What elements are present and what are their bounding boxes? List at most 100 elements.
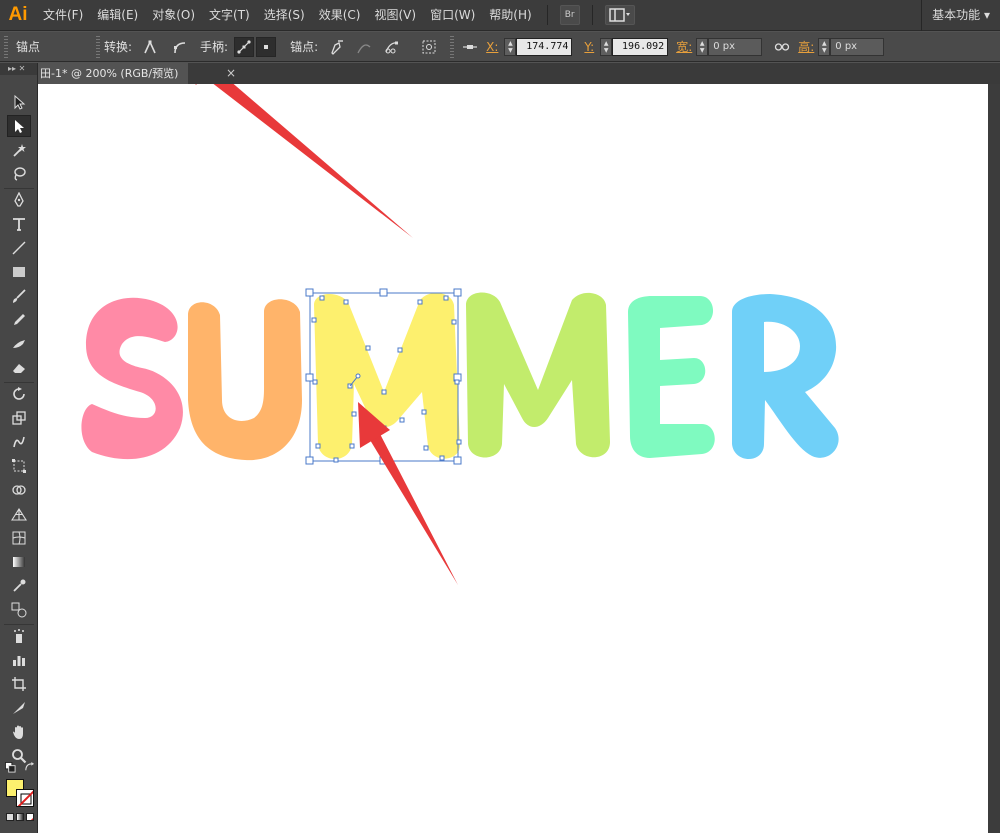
direct-selection-tool[interactable]	[7, 115, 31, 137]
blob-brush-icon	[13, 340, 25, 348]
hide-handles-button[interactable]	[256, 36, 277, 57]
pencil-tool[interactable]	[7, 309, 31, 331]
default-colors-icon	[4, 761, 16, 773]
document-tab[interactable]: 田-1* @ 200% (RGB/预览)	[38, 63, 189, 84]
letter-s[interactable]	[81, 297, 183, 460]
hand-tool[interactable]	[7, 721, 31, 743]
convert-to-smooth-button[interactable]	[170, 37, 190, 57]
isolate-icon	[422, 40, 436, 53]
lasso-tool[interactable]	[7, 163, 31, 185]
connect-anchors-button[interactable]	[354, 37, 374, 57]
slice-tool[interactable]	[7, 697, 31, 719]
color-mode-buttons	[6, 813, 34, 821]
gradient-mode-button[interactable]	[16, 813, 24, 821]
selection-tool[interactable]	[7, 91, 31, 113]
width-field[interactable]: 0 px	[708, 37, 763, 56]
x-label: X:	[486, 39, 499, 54]
eyedropper-icon	[13, 579, 26, 592]
width-label: 宽:	[676, 40, 693, 54]
height-label: 高:	[798, 40, 815, 54]
color-mode-button[interactable]	[6, 813, 14, 821]
type-tool[interactable]	[7, 213, 31, 235]
x-stepper[interactable]: ▲ ▼	[504, 37, 517, 56]
letter-e[interactable]	[628, 296, 715, 458]
blend-tool[interactable]	[7, 599, 31, 621]
pencil-icon	[14, 314, 25, 325]
anchors-label: 锚点:	[290, 40, 319, 54]
letter-m-selected[interactable]	[314, 292, 460, 459]
paintbrush-tool[interactable]	[7, 285, 31, 307]
convert-smooth-icon	[174, 41, 186, 53]
menu-view[interactable]: 视图(V)	[367, 0, 423, 31]
warp-icon	[13, 436, 25, 448]
width-stepper[interactable]: ▲ ▼	[696, 37, 709, 56]
constrain-proportions-button[interactable]	[772, 37, 792, 57]
mesh-tool[interactable]	[7, 527, 31, 549]
show-handles-button[interactable]	[234, 36, 255, 57]
menu-object[interactable]: 对象(O)	[145, 0, 202, 31]
canvas-area[interactable]	[38, 84, 1000, 833]
toolbox-header[interactable]: ▸▸ ✕	[0, 63, 37, 75]
warp-tool[interactable]	[7, 431, 31, 453]
connect-path-icon	[357, 43, 371, 53]
x-field[interactable]: 174.774	[516, 37, 573, 56]
shape-builder-tool[interactable]	[7, 479, 31, 501]
control-bar-grip[interactable]	[4, 35, 8, 58]
pen-tool[interactable]	[7, 189, 31, 211]
gradient-icon	[13, 557, 25, 567]
swap-arrow-icon	[24, 761, 34, 770]
default-colors-button[interactable]	[3, 760, 17, 774]
arrange-documents-icon	[608, 8, 630, 22]
eyedropper-tool[interactable]	[7, 575, 31, 597]
none-mode-button[interactable]	[26, 813, 34, 821]
arrange-documents-button[interactable]	[604, 5, 635, 25]
workspace-switcher[interactable]: 基本功能 ▾	[921, 0, 1000, 31]
swap-colors-button[interactable]	[22, 760, 36, 774]
y-field[interactable]: 196.092	[612, 37, 669, 56]
control-bar-grip[interactable]	[450, 35, 455, 58]
y-stepper[interactable]: ▲ ▼	[600, 37, 613, 56]
tab-close-button[interactable]: ×	[226, 63, 238, 84]
isolate-button[interactable]	[416, 37, 442, 57]
scale-tool[interactable]	[7, 407, 31, 429]
height-field[interactable]: 0 px	[830, 37, 885, 56]
none-mode-icon	[30, 817, 33, 820]
artboard-tool[interactable]	[7, 673, 31, 695]
letter-r[interactable]	[732, 294, 839, 459]
column-graph-tool[interactable]	[7, 649, 31, 671]
menu-file[interactable]: 文件(F)	[36, 0, 90, 31]
menu-type[interactable]: 文字(T)	[202, 0, 257, 31]
shape-builder-icon	[12, 485, 26, 495]
menu-select[interactable]: 选择(S)	[257, 0, 312, 31]
gradient-tool[interactable]	[7, 551, 31, 573]
symbol-sprayer-tool[interactable]	[7, 625, 31, 647]
bridge-button[interactable]: Br	[559, 5, 580, 25]
line-tool[interactable]	[7, 237, 31, 259]
show-handles-icon	[237, 39, 251, 54]
menu-separator	[546, 5, 548, 25]
line-icon	[12, 241, 26, 255]
menu-help[interactable]: 帮助(H)	[482, 0, 538, 31]
letter-m[interactable]	[466, 292, 610, 458]
symbol-sprayer-icon	[14, 629, 24, 643]
eraser-tool[interactable]	[7, 357, 31, 379]
remove-anchor-button[interactable]	[326, 37, 346, 57]
align-anchor-button[interactable]	[460, 37, 480, 57]
magic-wand-tool[interactable]	[7, 139, 31, 161]
annotation-arrow-to-toolbar	[195, 84, 413, 238]
convert-to-corner-button[interactable]	[140, 37, 160, 57]
rotate-tool[interactable]	[7, 383, 31, 405]
height-stepper[interactable]: ▲ ▼	[818, 37, 831, 56]
free-transform-tool[interactable]	[7, 455, 31, 477]
free-transform-icon	[12, 459, 26, 473]
menu-window[interactable]: 窗口(W)	[423, 0, 482, 31]
blob-brush-tool[interactable]	[7, 333, 31, 355]
rectangle-tool[interactable]	[7, 261, 31, 283]
menu-edit[interactable]: 编辑(E)	[90, 0, 145, 31]
menu-effect[interactable]: 效果(C)	[312, 0, 368, 31]
control-bar-grip[interactable]	[96, 35, 100, 58]
perspective-grid-tool[interactable]	[7, 503, 31, 525]
stroke-color-swatch[interactable]	[16, 789, 34, 807]
letter-u[interactable]	[188, 299, 302, 461]
cut-path-button[interactable]	[382, 37, 402, 57]
